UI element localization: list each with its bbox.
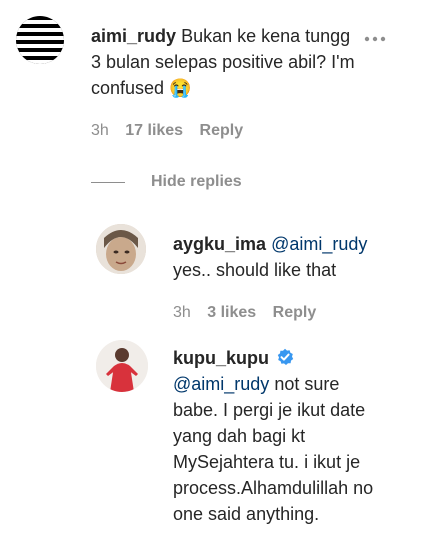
crying-emoji: 😭 — [169, 78, 192, 98]
replies-divider — [91, 182, 125, 183]
reply-text: yes.. should like that — [173, 260, 337, 280]
reply-likes[interactable]: 3 likes — [207, 304, 256, 321]
comment-text-line2: 3 bulan selepas positive abil? I'm — [91, 52, 355, 72]
avatar-stripes — [16, 20, 64, 64]
reply-text-line6: one said anything. — [173, 504, 320, 524]
avatar[interactable] — [16, 16, 64, 64]
reply-body: aygku_ima @aimi_rudy — [173, 232, 367, 256]
comment-likes[interactable]: 17 likes — [125, 122, 183, 139]
comment-body: aimi_rudy Bukan ke kena tungg — [91, 24, 391, 48]
comment-text-line3: confused 😭 — [91, 76, 192, 100]
reply-text-line4: MySejahtera tu. i ikut je — [173, 452, 361, 472]
reply-text-line1: @aimi_rudy not sure — [173, 372, 339, 396]
reply-body: kupu_kupu — [173, 346, 294, 372]
verified-badge-icon — [276, 348, 294, 372]
comment-text-line1: Bukan ke kena tungg — [181, 26, 351, 46]
reply-text-line2: babe. I pergi je ikut date — [173, 400, 366, 420]
reply-username[interactable]: aygku_ima — [173, 234, 266, 254]
reply-meta: 3h 3 likes Reply — [173, 304, 316, 322]
reply-mention[interactable]: @aimi_rudy — [271, 234, 367, 254]
reply-text-line5: process.Alhamdulillah no — [173, 478, 374, 498]
avatar-photo — [96, 340, 148, 392]
avatar[interactable] — [96, 224, 146, 274]
reply-text-line1-text: not sure — [274, 374, 340, 394]
avatar[interactable] — [96, 340, 148, 392]
reply-time: 3h — [173, 304, 191, 321]
comment-username[interactable]: aimi_rudy — [91, 26, 176, 46]
ellipsis-icon — [364, 36, 386, 42]
reply-mention[interactable]: @aimi_rudy — [173, 374, 269, 394]
more-options-button[interactable] — [362, 30, 388, 46]
reply-reply-button[interactable]: Reply — [273, 304, 317, 321]
comment-time: 3h — [91, 122, 109, 139]
reply-username[interactable]: kupu_kupu — [173, 348, 269, 368]
reply-text-line3: yang dah bagi kt — [173, 426, 306, 446]
comment-reply-button[interactable]: Reply — [200, 122, 244, 139]
comment-meta: 3h 17 likes Reply — [91, 122, 243, 140]
comment-text-line3-text: confused — [91, 78, 165, 98]
hide-replies-button[interactable]: Hide replies — [151, 173, 242, 191]
avatar-photo — [96, 224, 146, 274]
